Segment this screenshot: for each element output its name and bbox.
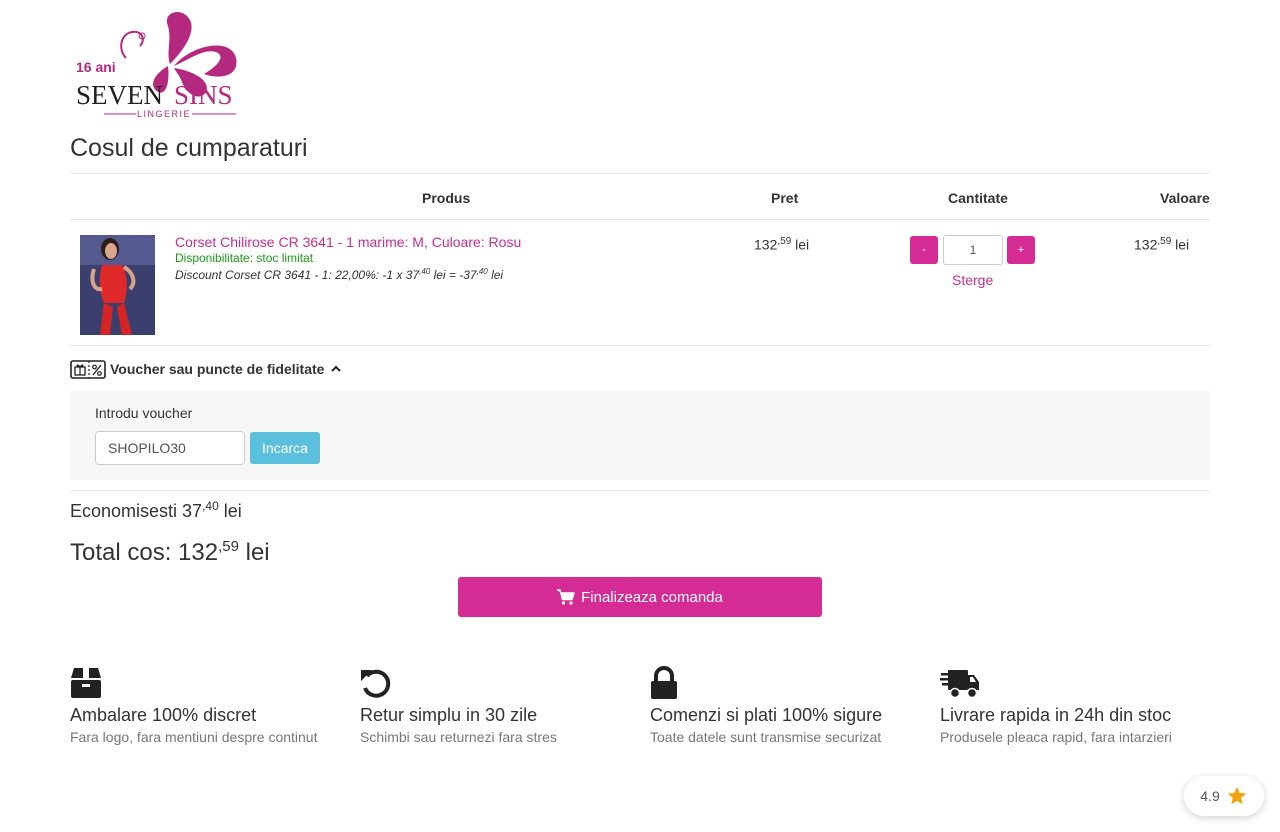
feature-description: Fara logo, fara mentiuni despre continut	[70, 729, 318, 745]
quantity-increase-button[interactable]: +	[1007, 236, 1035, 264]
rating-value: 4.9	[1200, 788, 1220, 804]
product-name-link[interactable]: Corset Chilirose CR 3641 - 1 marime: M, …	[175, 234, 521, 250]
logo-anniversary: 16 ani	[76, 59, 116, 75]
feature-title: Ambalare 100% discret	[70, 705, 257, 725]
product-availability: Disponibilitate: stoc limitat	[175, 251, 314, 265]
cart-icon	[557, 589, 575, 605]
feature-description: Toate datele sunt transmise securizat	[650, 729, 882, 745]
header-value: Valoare	[1160, 190, 1210, 206]
product-value: 132,59 lei	[1134, 236, 1190, 253]
logo-tagline: LINGERIE	[137, 109, 191, 119]
lock-icon	[651, 666, 677, 699]
apply-voucher-button[interactable]: Incarca	[250, 432, 320, 464]
feature-easy-return: Retur simplu in 30 zile Schimbi sau retu…	[360, 666, 650, 745]
divider	[70, 490, 1210, 491]
voucher-input[interactable]	[95, 431, 245, 465]
product-image[interactable]	[80, 235, 155, 335]
savings-amount: Economisesti 37,40 lei	[70, 499, 242, 521]
voucher-icon	[70, 360, 106, 379]
voucher-panel: Introdu voucher Incarca	[70, 391, 1210, 480]
rating-badge[interactable]: 4.9	[1184, 776, 1264, 816]
quantity-input[interactable]	[943, 235, 1003, 265]
site-logo[interactable]: 16 ani SEVEN SINS LINGERIE	[70, 6, 250, 122]
chevron-up-icon	[331, 365, 342, 372]
feature-fast-delivery: Livrare rapida in 24h din stoc Produsele…	[940, 666, 1230, 745]
voucher-toggle[interactable]: Voucher sau puncte de fidelitate	[70, 358, 342, 380]
feature-description: Produsele pleaca rapid, fara intarzieri	[940, 729, 1172, 745]
header-product: Produs	[422, 190, 471, 206]
remove-item-link[interactable]: Sterge	[952, 272, 993, 288]
feature-title: Retur simplu in 30 zile	[360, 705, 538, 725]
header-price: Pret	[771, 190, 799, 206]
cart-total: Total cos: 132,59 lei	[70, 538, 270, 566]
voucher-field-label: Introdu voucher	[95, 405, 193, 421]
feature-secure-payments: Comenzi si plati 100% sigure Toate datel…	[650, 666, 940, 745]
star-icon	[1227, 786, 1246, 805]
truck-icon	[940, 670, 979, 699]
return-icon	[361, 669, 391, 698]
logo-seven: SEVEN	[76, 80, 163, 110]
checkout-label: Finalizeaza comanda	[581, 588, 723, 606]
product-discount: Discount Corset CR 3641 - 1: 22,00%: -1 …	[175, 267, 504, 282]
divider	[70, 345, 1210, 346]
header-quantity: Cantitate	[948, 190, 1008, 206]
checkout-button[interactable]: Finalizeaza comanda	[458, 577, 822, 617]
divider	[70, 173, 1210, 174]
product-price: 132,59 lei	[754, 236, 810, 253]
logo-sins: SINS	[174, 80, 233, 110]
page-title: Cosul de cumparaturi	[70, 134, 308, 162]
feature-title: Comenzi si plati 100% sigure	[650, 705, 883, 725]
butterfly-logo-icon: 16 ani SEVEN SINS LINGERIE	[76, 12, 237, 119]
quantity-decrease-button[interactable]: -	[910, 236, 938, 264]
divider	[70, 219, 1210, 220]
feature-title: Livrare rapida in 24h din stoc	[940, 705, 1172, 725]
feature-discreet-packaging: Ambalare 100% discret Fara logo, fara me…	[70, 666, 360, 745]
box-icon	[71, 668, 101, 698]
voucher-toggle-label: Voucher sau puncte de fidelitate	[110, 361, 325, 377]
feature-description: Schimbi sau returnezi fara stres	[360, 729, 557, 745]
